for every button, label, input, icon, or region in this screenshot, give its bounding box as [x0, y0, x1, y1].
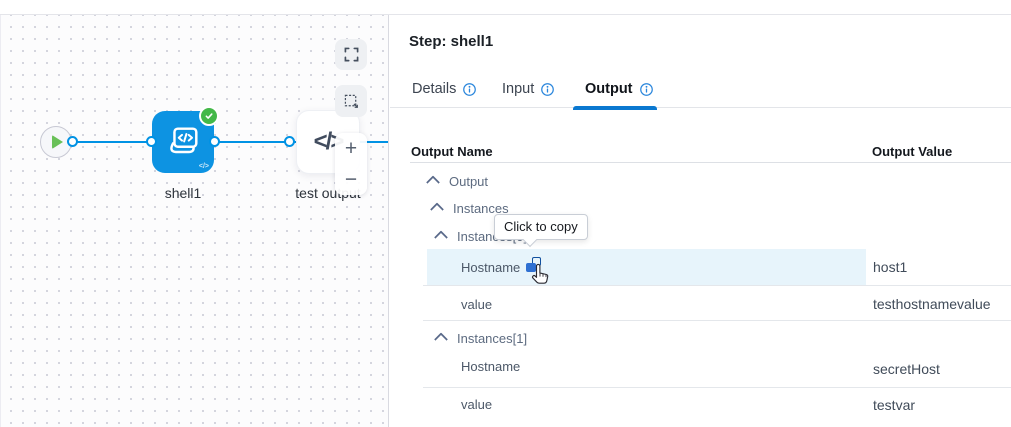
tab-details-label: Details: [412, 81, 456, 97]
success-status-badge: [199, 106, 219, 126]
tab-output[interactable]: Output: [585, 81, 653, 97]
tree-row-label: Output: [449, 174, 488, 189]
shell-script-icon: [164, 123, 202, 161]
tab-output-label: Output: [585, 81, 633, 97]
row-divider: [423, 285, 1011, 286]
row-divider: [423, 387, 1011, 388]
tree-row-label: Instances[1]: [457, 331, 527, 346]
info-icon: [640, 83, 653, 96]
output-value-secrethost: secretHost: [873, 361, 940, 377]
tab-input[interactable]: Input: [502, 81, 554, 97]
info-icon: [541, 83, 554, 96]
tree-row-instances-1[interactable]: Instances[1]: [436, 329, 527, 347]
output-name-value-0[interactable]: value: [461, 297, 492, 312]
fullscreen-button[interactable]: [335, 39, 367, 70]
test-output-in-port[interactable]: [284, 136, 295, 147]
marquee-select-icon: [344, 94, 359, 109]
output-value-host1: host1: [873, 259, 907, 275]
row-divider: [423, 320, 1011, 321]
page-title: Step: shell1: [409, 33, 493, 50]
info-icon: [463, 83, 476, 96]
copy-icon: [526, 263, 536, 273]
node-shell1[interactable]: </>: [152, 111, 214, 173]
zoom-controls: + −: [335, 133, 367, 195]
node-label-test-output: test output: [268, 185, 388, 201]
pipeline-canvas[interactable]: </> shell1 </> test output: [0, 15, 389, 427]
output-name-hostname-0[interactable]: Hostname: [461, 260, 520, 275]
tab-details[interactable]: Details: [412, 81, 476, 97]
copy-button[interactable]: [526, 257, 541, 272]
output-value-testhostnamevalue: testhostnamevalue: [873, 296, 991, 312]
tooltip: Click to copy: [494, 214, 588, 240]
play-icon: [52, 135, 63, 149]
chevron-up-icon[interactable]: [434, 332, 448, 346]
tab-input-label: Input: [502, 81, 534, 97]
output-value-testvar: testvar: [873, 397, 915, 413]
start-node-out-port[interactable]: [67, 136, 78, 147]
expand-icon: [344, 47, 359, 62]
chevron-up-icon[interactable]: [434, 230, 448, 244]
tree-row-output[interactable]: Output: [428, 172, 488, 190]
output-name-value-1[interactable]: value: [461, 397, 492, 412]
tooltip-text: Click to copy: [504, 219, 578, 234]
app-screen: </> shell1 </> test output: [0, 0, 1011, 427]
code-badge-icon: </>: [199, 163, 209, 170]
column-header-output-name: Output Name: [411, 144, 493, 159]
active-tab-indicator: [573, 106, 657, 110]
node-label-shell1: shell1: [123, 185, 243, 201]
top-bar: [0, 0, 1011, 15]
check-icon: [204, 111, 214, 121]
tabs-divider: [390, 107, 1011, 108]
shell1-out-port[interactable]: [209, 136, 220, 147]
zoom-in-button[interactable]: +: [345, 138, 357, 159]
marquee-select-button[interactable]: [335, 85, 367, 117]
table-header-divider: [410, 162, 1011, 163]
output-name-hostname-1[interactable]: Hostname: [461, 359, 520, 374]
chevron-up-icon[interactable]: [426, 175, 440, 189]
column-header-output-value: Output Value: [872, 144, 952, 159]
shell1-in-port[interactable]: [146, 136, 157, 147]
chevron-up-icon[interactable]: [430, 202, 444, 216]
zoom-out-button[interactable]: −: [345, 169, 357, 190]
